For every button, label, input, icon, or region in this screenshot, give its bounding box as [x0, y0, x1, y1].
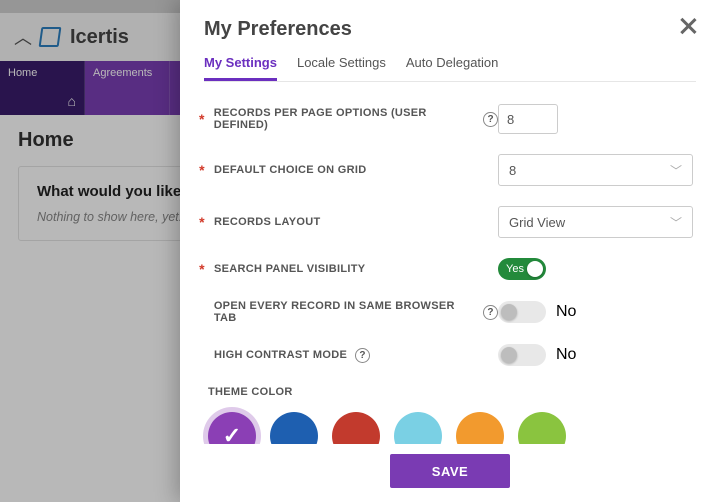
theme-color-header: THEME COLOR [208, 386, 694, 398]
tab-my-settings[interactable]: My Settings [204, 55, 277, 81]
field-label: DEFAULT CHOICE ON GRID [214, 164, 366, 176]
help-icon[interactable]: ? [355, 348, 370, 363]
chevron-down-icon: ﹀ [670, 214, 682, 231]
toggle-knob [501, 347, 517, 363]
field-label: RECORDS PER PAGE OPTIONS (USER DEFINED) [214, 107, 476, 131]
modal-title: My Preferences [204, 18, 696, 41]
high-contrast-toggle[interactable] [498, 344, 546, 366]
required-icon: * [198, 214, 206, 230]
toggle-knob [501, 304, 517, 320]
theme-swatch-red[interactable] [332, 412, 380, 444]
field-label: SEARCH PANEL VISIBILITY [214, 263, 365, 275]
chevron-down-icon: ﹀ [670, 162, 682, 179]
row-records-layout: * RECORDS LAYOUT Grid View ﹀ [198, 206, 694, 238]
help-icon[interactable]: ? [483, 112, 498, 127]
toggle-text: No [556, 346, 576, 364]
records-per-page-input[interactable] [498, 104, 558, 134]
tab-auto-delegation[interactable]: Auto Delegation [406, 55, 499, 81]
row-search-panel: * SEARCH PANEL VISIBILITY Yes [198, 258, 694, 280]
same-tab-toggle[interactable] [498, 301, 546, 323]
select-value: 8 [509, 163, 516, 178]
close-icon[interactable] [678, 16, 698, 36]
toggle-knob [527, 261, 543, 277]
required-icon: * [198, 261, 206, 277]
theme-swatch-purple[interactable]: ✓ [208, 412, 256, 444]
theme-swatches: ✓ [198, 412, 694, 444]
row-same-tab: OPEN EVERY RECORD IN SAME BROWSER TAB ? … [198, 300, 694, 324]
theme-swatch-orange[interactable] [456, 412, 504, 444]
field-label: RECORDS LAYOUT [214, 216, 320, 228]
preferences-modal: My Preferences My Settings Locale Settin… [180, 0, 720, 502]
row-records-per-page: * RECORDS PER PAGE OPTIONS (USER DEFINED… [198, 104, 694, 134]
theme-swatch-green[interactable] [518, 412, 566, 444]
records-layout-select[interactable]: Grid View ﹀ [498, 206, 693, 238]
save-button[interactable]: SAVE [390, 454, 510, 488]
help-icon[interactable]: ? [483, 305, 498, 320]
toggle-text: Yes [506, 263, 524, 275]
required-icon: * [198, 111, 206, 127]
field-label: HIGH CONTRAST MODE [214, 349, 347, 361]
default-choice-select[interactable]: 8 ﹀ [498, 154, 693, 186]
search-panel-toggle[interactable]: Yes [498, 258, 546, 280]
toggle-text: No [556, 303, 576, 321]
row-default-choice: * DEFAULT CHOICE ON GRID 8 ﹀ [198, 154, 694, 186]
theme-swatch-blue[interactable] [270, 412, 318, 444]
field-label: OPEN EVERY RECORD IN SAME BROWSER TAB [214, 300, 475, 324]
modal-tabs: My Settings Locale Settings Auto Delegat… [204, 55, 696, 82]
tab-locale-settings[interactable]: Locale Settings [297, 55, 386, 81]
check-icon: ✓ [223, 423, 241, 444]
row-high-contrast: HIGH CONTRAST MODE ? No [198, 344, 694, 366]
select-value: Grid View [509, 215, 565, 230]
theme-swatch-lightblue[interactable] [394, 412, 442, 444]
required-icon: * [198, 162, 206, 178]
